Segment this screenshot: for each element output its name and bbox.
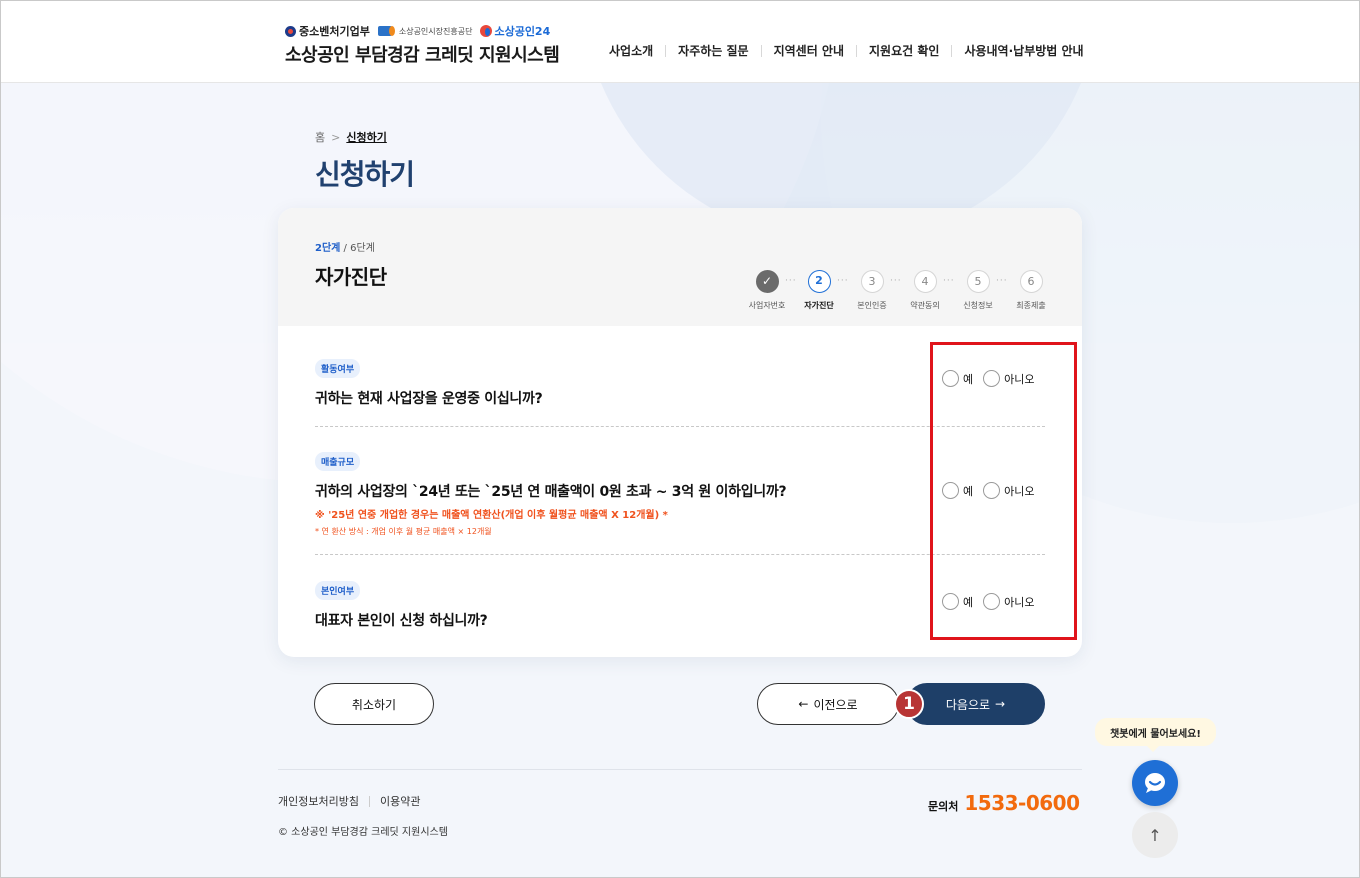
radio-circle-icon[interactable] bbox=[942, 370, 959, 387]
arrow-up-icon: ↑ bbox=[1148, 825, 1162, 845]
arrow-left-icon: ← bbox=[798, 697, 809, 711]
chat-icon bbox=[1145, 773, 1165, 793]
sbiz24-logo: 소상공인24 bbox=[480, 23, 550, 39]
sbiz24-emblem-icon bbox=[480, 25, 493, 37]
divider bbox=[315, 426, 1045, 427]
site-title[interactable]: 소상공인 부담경감 크레딧 지원시스템 bbox=[285, 41, 560, 67]
contact-number: 1533-0600 bbox=[964, 791, 1080, 815]
radio-group-identity: 예 아니오 bbox=[942, 593, 1035, 610]
card-header: 2단계 / 6단계 자가진단 ✓ 사업자번호 ··· 2 자가진단 ··· 3 … bbox=[278, 208, 1082, 326]
copyright: © 소상공인 부담경감 크레딧 지원시스템 bbox=[278, 827, 448, 838]
question-text: 귀하는 현재 사업장을 운영중 이십니까? bbox=[315, 391, 543, 407]
terms-link[interactable]: 이용약관 bbox=[368, 796, 430, 807]
question-revenue: 매출규모 귀하의 사업장의 `24년 또는 `25년 연 매출액이 0원 초과 … bbox=[315, 450, 1045, 537]
question-text: 귀하의 사업장의 `24년 또는 `25년 연 매출액이 0원 초과 ~ 3억 … bbox=[315, 484, 787, 500]
self-diagnosis-card: 2단계 / 6단계 자가진단 ✓ 사업자번호 ··· 2 자가진단 ··· 3 … bbox=[278, 208, 1082, 657]
radio-circle-icon[interactable] bbox=[983, 370, 1001, 387]
radio-circle-icon[interactable] bbox=[942, 482, 959, 499]
radio-group-activity: 예 아니오 bbox=[942, 370, 1035, 387]
arrow-right-icon: → bbox=[995, 697, 1006, 711]
check-icon: ✓ bbox=[755, 270, 779, 293]
divider bbox=[315, 554, 1045, 555]
step-6: 6 최종제출 bbox=[1002, 270, 1060, 311]
annotation-badge: 1 bbox=[894, 689, 924, 719]
question-subnote: * 연 환산 방식 : 개업 이후 월 평균 매출액 × 12개월 bbox=[315, 527, 492, 536]
nav-item-eligibility[interactable]: 지원요건 확인 bbox=[856, 45, 951, 57]
radio-yes[interactable]: 예 bbox=[942, 482, 973, 499]
footer-links: 개인정보처리방침 이용약관 bbox=[278, 796, 430, 807]
question-tag: 본인여부 bbox=[315, 581, 361, 600]
radio-no[interactable]: 아니오 bbox=[983, 593, 1035, 610]
nav-item-usage-payment[interactable]: 사용내역·납부방법 안내 bbox=[951, 45, 1095, 57]
main-nav: 사업소개 자주하는 질문 지역센터 안내 지원요건 확인 사용내역·납부방법 안… bbox=[609, 45, 1096, 57]
radio-group-revenue: 예 아니오 bbox=[942, 482, 1035, 499]
question-tag: 매출규모 bbox=[315, 452, 361, 471]
radio-no[interactable]: 아니오 bbox=[983, 370, 1035, 387]
chevron-right-icon: > bbox=[331, 130, 341, 144]
logo-group[interactable]: 중소벤처기업부 소상공인시장진흥공단 소상공인24 bbox=[285, 23, 550, 39]
radio-circle-icon[interactable] bbox=[983, 593, 1001, 610]
question-identity: 본인여부 대표자 본인이 신청 하십니까? bbox=[315, 579, 1045, 630]
breadcrumb-home[interactable]: 홈 bbox=[315, 129, 325, 145]
question-tag: 활동여부 bbox=[315, 359, 361, 378]
question-activity: 활동여부 귀하는 현재 사업장을 운영중 이십니까? bbox=[315, 357, 1045, 408]
step-indicator: 2단계 / 6단계 bbox=[315, 243, 375, 254]
breadcrumb: 홈 > 신청하기 bbox=[315, 129, 387, 145]
privacy-policy-link[interactable]: 개인정보처리방침 bbox=[278, 796, 369, 807]
page: 중소벤처기업부 소상공인시장진흥공단 소상공인24 소상공인 부담경감 크레딧 … bbox=[0, 0, 1360, 878]
question-text: 대표자 본인이 신청 하십니까? bbox=[315, 613, 488, 629]
next-button[interactable]: 다음으로 → bbox=[906, 683, 1045, 725]
radio-yes[interactable]: 예 bbox=[942, 593, 973, 610]
semas-logo: 소상공인시장진흥공단 bbox=[377, 26, 472, 37]
semas-emblem-icon bbox=[377, 26, 395, 36]
progress-stepper: ✓ 사업자번호 ··· 2 자가진단 ··· 3 본인인증 ··· 4 약관동의 bbox=[738, 270, 1068, 318]
breadcrumb-current[interactable]: 신청하기 bbox=[346, 129, 386, 145]
chatbot-button[interactable] bbox=[1132, 760, 1178, 806]
nav-item-regional-center[interactable]: 지역센터 안내 bbox=[760, 45, 856, 57]
header: 중소벤처기업부 소상공인시장진흥공단 소상공인24 소상공인 부담경감 크레딧 … bbox=[1, 1, 1359, 83]
footer-divider bbox=[278, 769, 1082, 770]
chatbot-tooltip: 챗봇에게 물어보세요! bbox=[1095, 718, 1216, 752]
card-title: 자가진단 bbox=[315, 265, 387, 289]
cancel-button[interactable]: 취소하기 bbox=[314, 683, 434, 725]
mss-emblem-icon bbox=[285, 25, 296, 37]
radio-no[interactable]: 아니오 bbox=[983, 482, 1035, 499]
prev-button[interactable]: ← 이전으로 bbox=[757, 683, 899, 725]
question-note: ※ '25년 연중 개업한 경우는 매출액 연환산(개업 이후 월평균 매출액 … bbox=[315, 510, 668, 521]
radio-circle-icon[interactable] bbox=[942, 593, 959, 610]
contact-label: 문의처 bbox=[928, 800, 959, 813]
nav-item-faq[interactable]: 자주하는 질문 bbox=[665, 45, 760, 57]
radio-circle-icon[interactable] bbox=[983, 482, 1001, 499]
nav-item-intro[interactable]: 사업소개 bbox=[609, 45, 665, 57]
page-title: 신청하기 bbox=[315, 158, 415, 191]
radio-yes[interactable]: 예 bbox=[942, 370, 973, 387]
mss-logo: 중소벤처기업부 bbox=[285, 23, 370, 39]
contact-info: 문의처 1533-0600 bbox=[928, 791, 1080, 815]
scroll-top-button[interactable]: ↑ bbox=[1132, 812, 1178, 858]
